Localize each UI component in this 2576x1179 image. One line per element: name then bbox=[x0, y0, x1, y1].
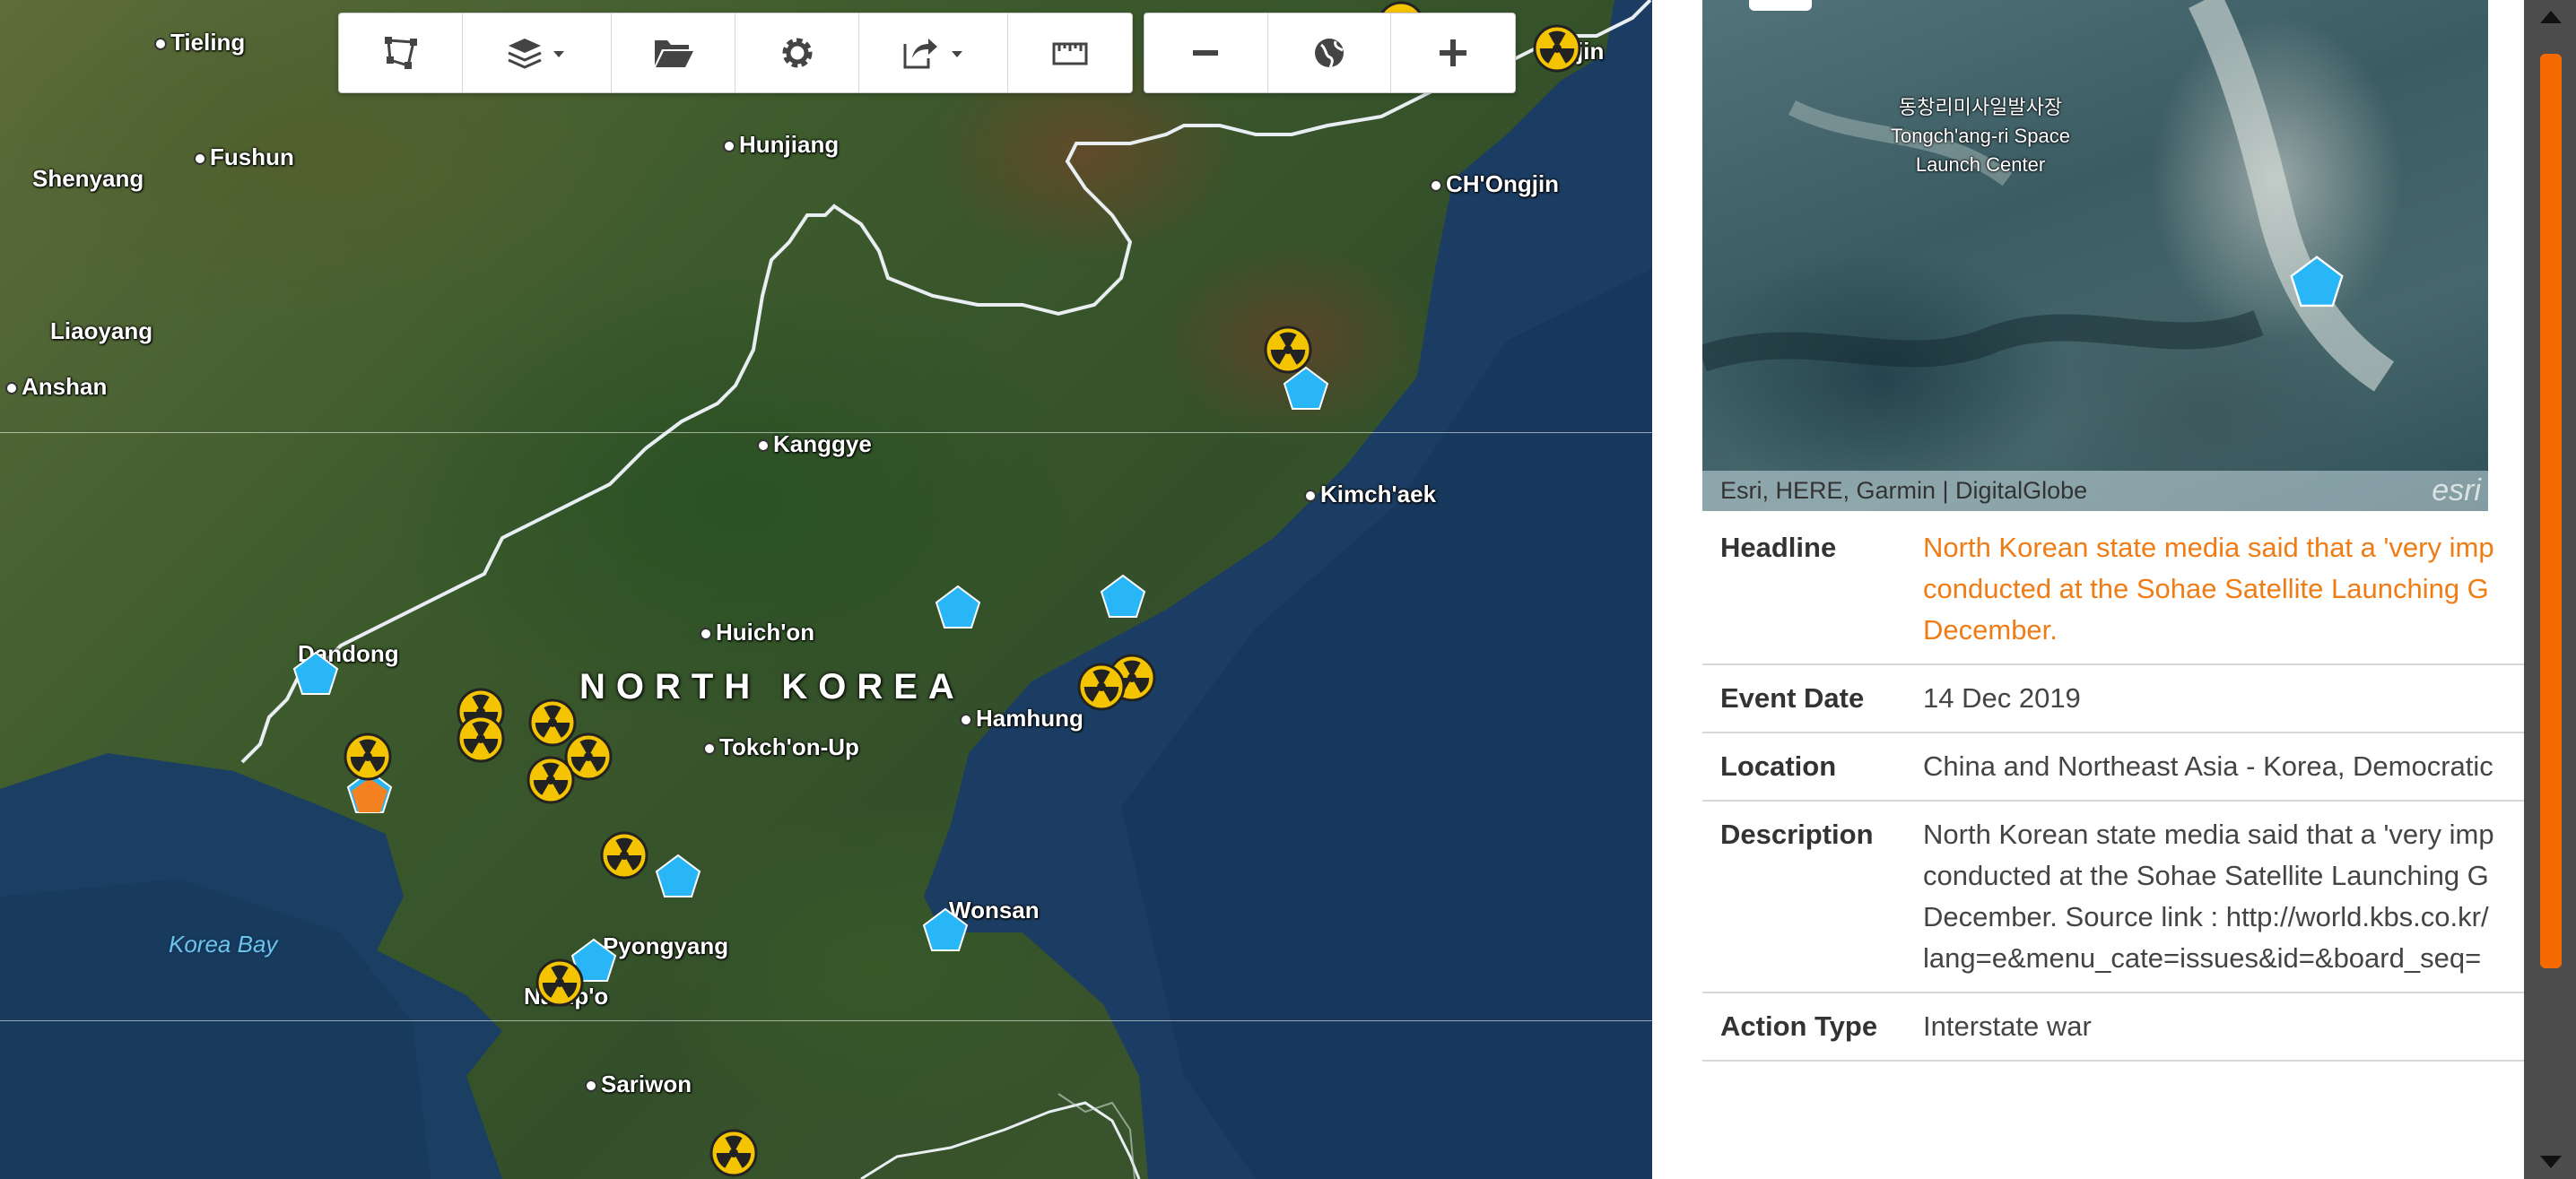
action-type-value: Interstate war bbox=[1905, 993, 2524, 1062]
attribute-key: Location bbox=[1702, 733, 1905, 802]
map-terrain bbox=[0, 0, 1652, 1179]
city-dot-icon bbox=[700, 628, 712, 641]
city-dot-icon bbox=[703, 742, 716, 756]
table-row: Description North Korean state media sai… bbox=[1702, 801, 2524, 993]
measure-icon bbox=[1052, 42, 1088, 65]
thumbnail-control-button[interactable] bbox=[1749, 0, 1812, 11]
city-dot-icon bbox=[1430, 179, 1442, 193]
nuclear-marker-icon[interactable] bbox=[1263, 325, 1313, 375]
nuclear-marker-icon[interactable] bbox=[599, 830, 649, 880]
map-view[interactable]: Tieling Fushun Shenyang Hunjiang CH'Ongj… bbox=[0, 0, 1652, 1179]
city-label-tieling[interactable]: Tieling bbox=[154, 29, 245, 56]
map-toolbar bbox=[338, 13, 1133, 93]
table-row: Action Type Interstate war bbox=[1702, 993, 2524, 1062]
nuclear-marker-icon[interactable] bbox=[709, 1128, 759, 1178]
details-panel: 동창리미사일발사장 Tongch'ang-ri Space Launch Cen… bbox=[1652, 0, 2524, 1179]
folder-icon bbox=[654, 40, 693, 67]
layers-button[interactable] bbox=[463, 13, 612, 92]
graticule-line bbox=[0, 1020, 1652, 1021]
event-marker-icon[interactable] bbox=[653, 852, 703, 902]
table-row: Headline North Korean state media said t… bbox=[1702, 515, 2524, 665]
scroll-up-arrow-icon[interactable] bbox=[2535, 4, 2567, 29]
city-label-chongjin[interactable]: CH'Ongjin bbox=[1430, 170, 1559, 198]
city-label-tokchon[interactable]: Tokch'on-Up bbox=[703, 733, 859, 761]
map-attribution: Esri, HERE, Garmin | DigitalGlobe bbox=[1702, 471, 2488, 511]
attribute-table: Headline North Korean state media said t… bbox=[1702, 515, 2524, 1062]
water-label: Korea Bay bbox=[169, 931, 278, 958]
city-label-fushun[interactable]: Fushun bbox=[194, 143, 294, 171]
attribute-key: Description bbox=[1702, 801, 1905, 993]
event-marker-icon[interactable] bbox=[291, 649, 341, 699]
city-dot-icon bbox=[960, 714, 972, 727]
city-dot-icon bbox=[585, 1079, 597, 1093]
city-label-liaoyang[interactable]: Liaoyang bbox=[50, 317, 152, 345]
description-value: North Korean state media said that a 've… bbox=[1905, 801, 2524, 993]
location-thumbnail-map[interactable]: 동창리미사일발사장 Tongch'ang-ri Space Launch Cen… bbox=[1702, 0, 2488, 511]
city-label-anshan[interactable]: Anshan bbox=[5, 373, 107, 401]
measure-button[interactable] bbox=[1008, 13, 1132, 92]
city-dot-icon bbox=[154, 38, 167, 51]
share-icon bbox=[903, 39, 962, 69]
polygon-select-icon bbox=[384, 37, 417, 69]
globe-icon bbox=[1315, 39, 1344, 68]
table-row: Location China and Northeast Asia - Kore… bbox=[1702, 733, 2524, 802]
layers-icon bbox=[507, 39, 564, 69]
city-label-pyongyang[interactable]: Pyongyang bbox=[603, 932, 728, 960]
scrollbar-thumb[interactable] bbox=[2540, 54, 2562, 968]
zoom-toolbar bbox=[1144, 13, 1516, 93]
city-label-kimchaek[interactable]: Kimch'aek bbox=[1304, 481, 1436, 508]
event-date-value: 14 Dec 2019 bbox=[1905, 664, 2524, 733]
home-extent-button[interactable] bbox=[1268, 13, 1392, 92]
nuclear-marker-icon[interactable] bbox=[526, 755, 576, 805]
zoom-in-icon bbox=[1440, 39, 1467, 66]
thumbnail-terrain bbox=[1702, 0, 2395, 392]
city-dot-icon bbox=[194, 152, 206, 166]
chevron-down-icon bbox=[553, 51, 564, 57]
location-value: China and Northeast Asia - Korea, Democr… bbox=[1905, 733, 2524, 802]
attribute-key: Headline bbox=[1702, 515, 1905, 665]
source-link[interactable]: December. Source link : http://world.kbs… bbox=[1923, 897, 2524, 938]
city-label-kanggye[interactable]: Kanggye bbox=[757, 430, 872, 458]
nuclear-marker-icon[interactable] bbox=[1076, 662, 1127, 712]
event-marker-icon[interactable] bbox=[2287, 253, 2346, 312]
city-dot-icon bbox=[723, 140, 735, 153]
table-row: Event Date 14 Dec 2019 bbox=[1702, 664, 2524, 733]
scroll-down-arrow-icon[interactable] bbox=[2535, 1150, 2567, 1175]
zoom-out-button[interactable] bbox=[1144, 13, 1268, 92]
chevron-down-icon bbox=[951, 51, 962, 57]
headline-value: North Korean state media said that a 've… bbox=[1905, 515, 2524, 665]
settings-button[interactable] bbox=[735, 13, 859, 92]
zoom-out-icon bbox=[1193, 50, 1219, 56]
city-label-sariwon[interactable]: Sariwon bbox=[585, 1071, 692, 1098]
city-dot-icon bbox=[5, 382, 18, 395]
esri-logo: esri bbox=[2432, 473, 2481, 507]
city-label-hamhung[interactable]: Hamhung bbox=[960, 705, 1083, 733]
attribute-key: Event Date bbox=[1702, 664, 1905, 733]
city-dot-icon bbox=[1304, 490, 1317, 503]
city-label-shenyang[interactable]: Shenyang bbox=[32, 165, 144, 193]
event-marker-icon[interactable] bbox=[1098, 572, 1148, 622]
share-button[interactable] bbox=[859, 13, 1008, 92]
nuclear-marker-icon[interactable] bbox=[343, 732, 393, 782]
event-marker-icon[interactable] bbox=[933, 583, 983, 633]
zoom-in-button[interactable] bbox=[1391, 13, 1515, 92]
polygon-select-button[interactable] bbox=[339, 13, 463, 92]
city-label-hunjiang[interactable]: Hunjiang bbox=[723, 131, 839, 159]
open-folder-button[interactable] bbox=[612, 13, 735, 92]
thumbnail-label: 동창리미사일발사장 Tongch'ang-ri Space Launch Cen… bbox=[1891, 96, 2070, 176]
city-label-huichon[interactable]: Huich'on bbox=[700, 619, 814, 646]
event-marker-icon[interactable] bbox=[920, 906, 970, 956]
nuclear-marker-icon[interactable] bbox=[535, 958, 585, 1008]
country-label: NORTH KOREA bbox=[579, 667, 965, 707]
city-dot-icon bbox=[757, 439, 770, 453]
gear-icon bbox=[782, 38, 812, 68]
nuclear-marker-icon[interactable] bbox=[456, 714, 506, 764]
nuclear-marker-icon[interactable] bbox=[1532, 23, 1582, 74]
attribute-key: Action Type bbox=[1702, 993, 1905, 1062]
